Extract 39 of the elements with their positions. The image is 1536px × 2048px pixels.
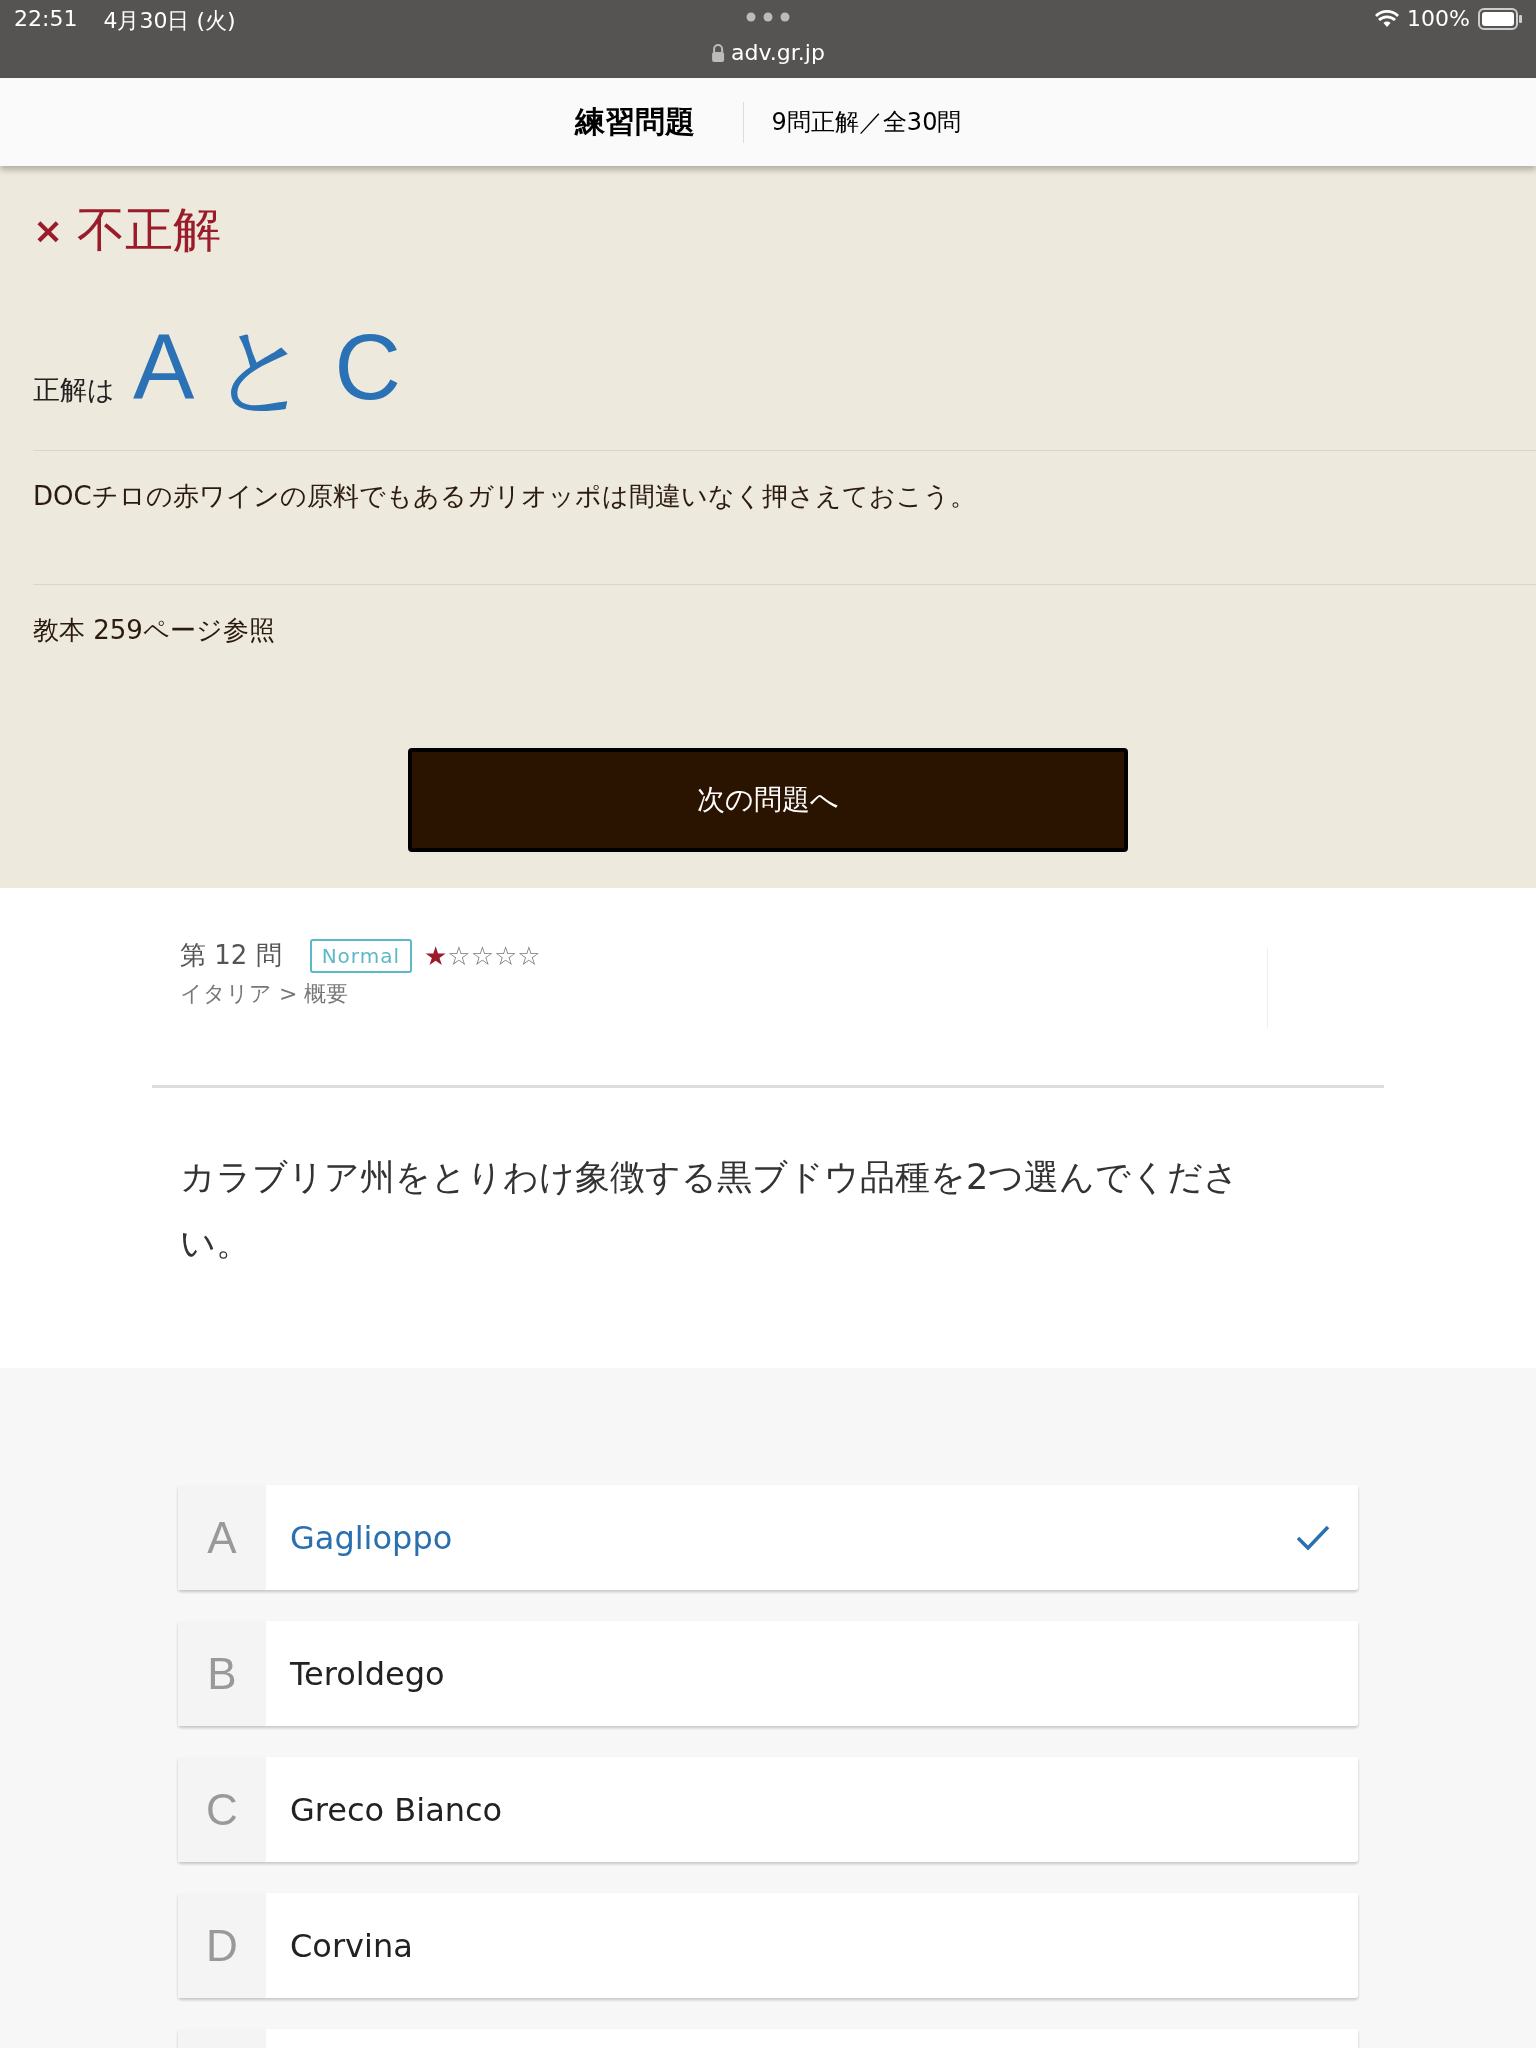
answer-option[interactable]: B Teroldego: [178, 1621, 1358, 1726]
lock-icon: [711, 43, 726, 62]
verdict-text: 不正解: [77, 200, 222, 259]
url-text[interactable]: adv.gr.jp: [731, 40, 825, 65]
star-icon: ☆: [517, 940, 541, 971]
battery-icon: [1478, 7, 1522, 30]
explanation-text: DOCチロの赤ワインの原料でもあるガリオッポは間違いなく押さえておこう。: [33, 451, 1536, 585]
correct-answer: A と C: [133, 315, 401, 420]
answer-option[interactable]: D Corvina: [178, 1893, 1358, 1998]
level-badge: Normal: [309, 938, 412, 973]
answer-label: 正解は: [33, 373, 115, 407]
cross-mark: ×: [33, 209, 64, 251]
answer-option[interactable]: A Gaglioppo: [178, 1485, 1358, 1590]
wifi-icon: [1375, 9, 1400, 28]
option-label: Gaglioppo: [290, 1518, 454, 1557]
reference-text: 教本 259ページ参照: [33, 614, 276, 647]
battery-percent: 100%: [1407, 6, 1470, 31]
option-letter: A: [178, 1485, 266, 1590]
option-letter: D: [178, 1893, 266, 1998]
breadcrumb: イタリア > 概要: [180, 980, 350, 1008]
score-text: 9問正解／全30問: [770, 107, 962, 138]
question-number: 第 12 問: [180, 939, 282, 972]
option-letter: B: [178, 1621, 266, 1726]
option-label: Teroldego: [290, 1654, 446, 1693]
star-icon: ★: [424, 940, 448, 971]
next-question-button[interactable]: 次の問題へ: [408, 748, 1128, 852]
more-icon[interactable]: [746, 12, 790, 22]
star-icon: ☆: [493, 940, 518, 971]
option-letter: C: [178, 1757, 266, 1862]
status-time: 22:51: [14, 6, 78, 33]
page-title: 練習問題: [574, 101, 744, 143]
option-label: Greco Bianco: [290, 1790, 504, 1829]
answer-option[interactable]: C Greco Bianco: [178, 1757, 1358, 1862]
option-label: Corvina: [290, 1926, 414, 1965]
status-date: 4月30日 (火): [103, 7, 236, 35]
star-icon: ☆: [447, 940, 471, 971]
question-text: カラブリア州をとりわけ象徴する黒ブドウ品種を2つ選んでください。: [179, 1156, 1241, 1265]
star-icon: ☆: [470, 940, 494, 971]
check-icon: [1296, 1524, 1330, 1551]
